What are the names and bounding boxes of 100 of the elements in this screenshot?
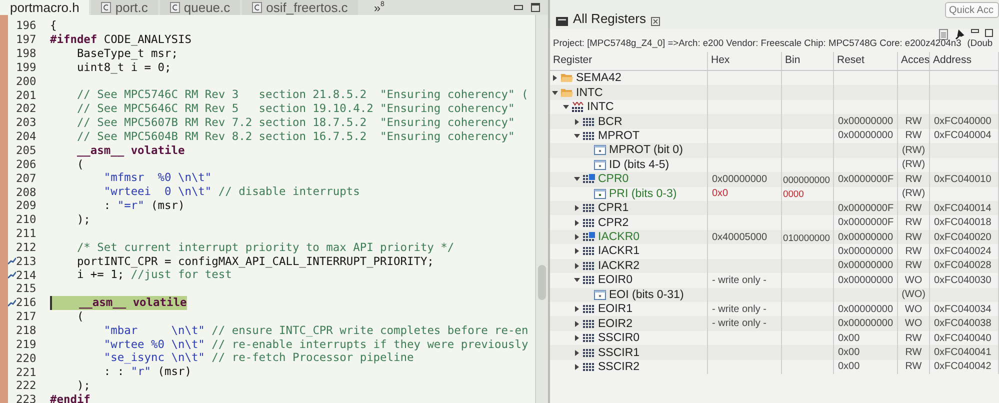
register-name[interactable]: SSCIR1 — [598, 346, 640, 359]
file-tab[interactable]: osif_freertos.c — [242, 0, 358, 15]
line-number: 203 — [16, 116, 38, 130]
expand-arrow-icon[interactable] — [574, 132, 580, 139]
file-tab[interactable]: port.c — [91, 0, 158, 15]
scrollbar[interactable] — [535, 15, 548, 403]
expand-arrow-icon[interactable] — [574, 364, 580, 370]
column-header[interactable]: Register — [550, 52, 708, 70]
register-name[interactable]: CPR2 — [598, 216, 629, 229]
annotation-icon[interactable] — [8, 257, 16, 266]
line-number: 222 — [16, 379, 38, 392]
table-cell: 0x0000000F — [834, 172, 898, 186]
register-name[interactable]: ID (bits 4-5) — [609, 158, 670, 171]
register-icon — [583, 348, 595, 358]
register-name[interactable]: IACKR0 — [598, 231, 640, 244]
line-number: 201 — [16, 88, 38, 102]
table-cell: 0xFC040028 — [930, 258, 999, 274]
maximize-icon[interactable] — [985, 29, 993, 37]
minimize-icon[interactable] — [514, 5, 523, 10]
register-icon — [583, 362, 595, 372]
register-name[interactable]: EOIR0 — [598, 274, 633, 286]
expand-arrow-icon[interactable] — [574, 234, 580, 240]
view-tab[interactable]: All Registers — [573, 11, 646, 26]
expand-arrow-icon[interactable] — [574, 277, 580, 284]
code-line: portINTC_CPR = configMAX_API_CALL_INTERRUPT_PRIORITY; — [76, 254, 434, 268]
expand-arrow-icon[interactable] — [563, 104, 569, 110]
register-name[interactable]: CPR0 — [598, 173, 629, 186]
file-tab[interactable]: portmacro.h — [0, 0, 90, 15]
table-cell: RW — [898, 258, 930, 274]
code-line: : : "r" (msr) — [102, 365, 192, 379]
code-line: : "=r" (msr) — [102, 199, 185, 213]
document-icon[interactable] — [939, 29, 948, 40]
expand-arrow-icon[interactable] — [574, 205, 580, 212]
code-line: ( — [76, 310, 84, 324]
annotation-icon[interactable] — [8, 271, 16, 280]
close-icon[interactable] — [650, 17, 660, 26]
expand-arrow-icon[interactable] — [574, 335, 580, 342]
minimize-icon[interactable] — [971, 29, 979, 33]
expand-arrow-icon[interactable] — [574, 176, 580, 182]
c-file-icon — [252, 2, 262, 13]
register-name[interactable]: INTC — [587, 101, 614, 114]
register-name[interactable]: IACKR1 — [598, 245, 640, 258]
line-number: 202 — [16, 102, 38, 116]
code-line: uint8_t i = 0; — [76, 60, 172, 74]
register-name[interactable]: EOIR1 — [598, 303, 633, 316]
expand-arrow-icon[interactable] — [574, 320, 580, 327]
register-name[interactable]: BCR — [598, 116, 622, 128]
line-number: 221 — [16, 366, 38, 379]
line-number: 214 — [16, 268, 38, 282]
registers-view-icon — [556, 17, 568, 26]
folder-icon — [561, 88, 573, 98]
code-line: // See MPC5604B RM Rev 8.2 section 16.7.5.2 "Ensuring coherency" — [76, 130, 515, 144]
register-name[interactable]: INTC — [576, 86, 603, 99]
table-cell: 0x00000000 — [834, 230, 898, 244]
field-icon — [594, 290, 606, 300]
maximize-icon[interactable] — [531, 3, 540, 12]
register-name[interactable]: PRI (bits 0-3) — [609, 188, 677, 200]
file-tab[interactable]: queue.c — [160, 0, 240, 15]
expand-arrow-icon[interactable] — [574, 118, 580, 125]
line-number: 218 — [16, 324, 38, 337]
register-name[interactable]: EOIR2 — [598, 318, 633, 330]
line-number: 213 — [16, 254, 38, 268]
annotation-icon[interactable] — [8, 298, 16, 307]
pin-icon[interactable] — [954, 29, 965, 40]
quick-access-field[interactable]: Quick Acc — [945, 2, 999, 18]
register-icon — [583, 333, 595, 344]
table-cell: 0xFC040042 — [930, 360, 999, 374]
column-header[interactable]: Bin — [782, 52, 834, 70]
expand-arrow-icon[interactable] — [574, 350, 580, 356]
register-name[interactable]: MPROT (bit 0) — [609, 144, 683, 156]
register-name[interactable]: MPROT — [598, 130, 640, 142]
register-name[interactable]: CPR1 — [598, 202, 629, 214]
expand-arrow-icon[interactable] — [574, 306, 580, 312]
column-header[interactable]: Hex — [708, 52, 782, 70]
table-cell: 0x00 — [834, 345, 898, 360]
code-line: ( — [76, 158, 84, 172]
code-line: // See MPC5746C RM Rev 3 section 21.8.5.2 "Ensuring coherency" ( — [76, 88, 528, 102]
code-line: ); — [76, 212, 90, 226]
code-line: /* Set current interrupt priority to max API priority */ — [76, 240, 454, 254]
register-name[interactable]: EOI (bits 0-31) — [609, 288, 684, 301]
register-name[interactable]: SEMA42 — [576, 72, 622, 84]
expand-arrow-icon[interactable] — [574, 262, 580, 269]
table-cell: RW — [898, 360, 930, 374]
line-number: 197 — [16, 33, 38, 46]
expand-arrow-icon[interactable] — [574, 220, 580, 226]
table-cell: WO — [898, 316, 930, 331]
expand-arrow-icon[interactable] — [552, 75, 558, 82]
register-name[interactable]: IACKR2 — [598, 260, 640, 272]
column-header[interactable]: Address — [930, 52, 999, 70]
column-header[interactable]: Acces — [898, 52, 930, 70]
code-line: ); — [76, 379, 90, 393]
line-number: 215 — [16, 282, 38, 296]
table-cell: - write only - — [708, 316, 782, 331]
register-name[interactable]: SSCIR0 — [598, 332, 640, 344]
column-header[interactable]: Reset — [834, 52, 898, 70]
register-name[interactable]: SSCIR2 — [598, 360, 640, 373]
expand-arrow-icon[interactable] — [552, 90, 558, 96]
expand-arrow-icon[interactable] — [574, 248, 580, 254]
register-icon — [583, 246, 595, 256]
table-cell: RW — [898, 114, 930, 129]
